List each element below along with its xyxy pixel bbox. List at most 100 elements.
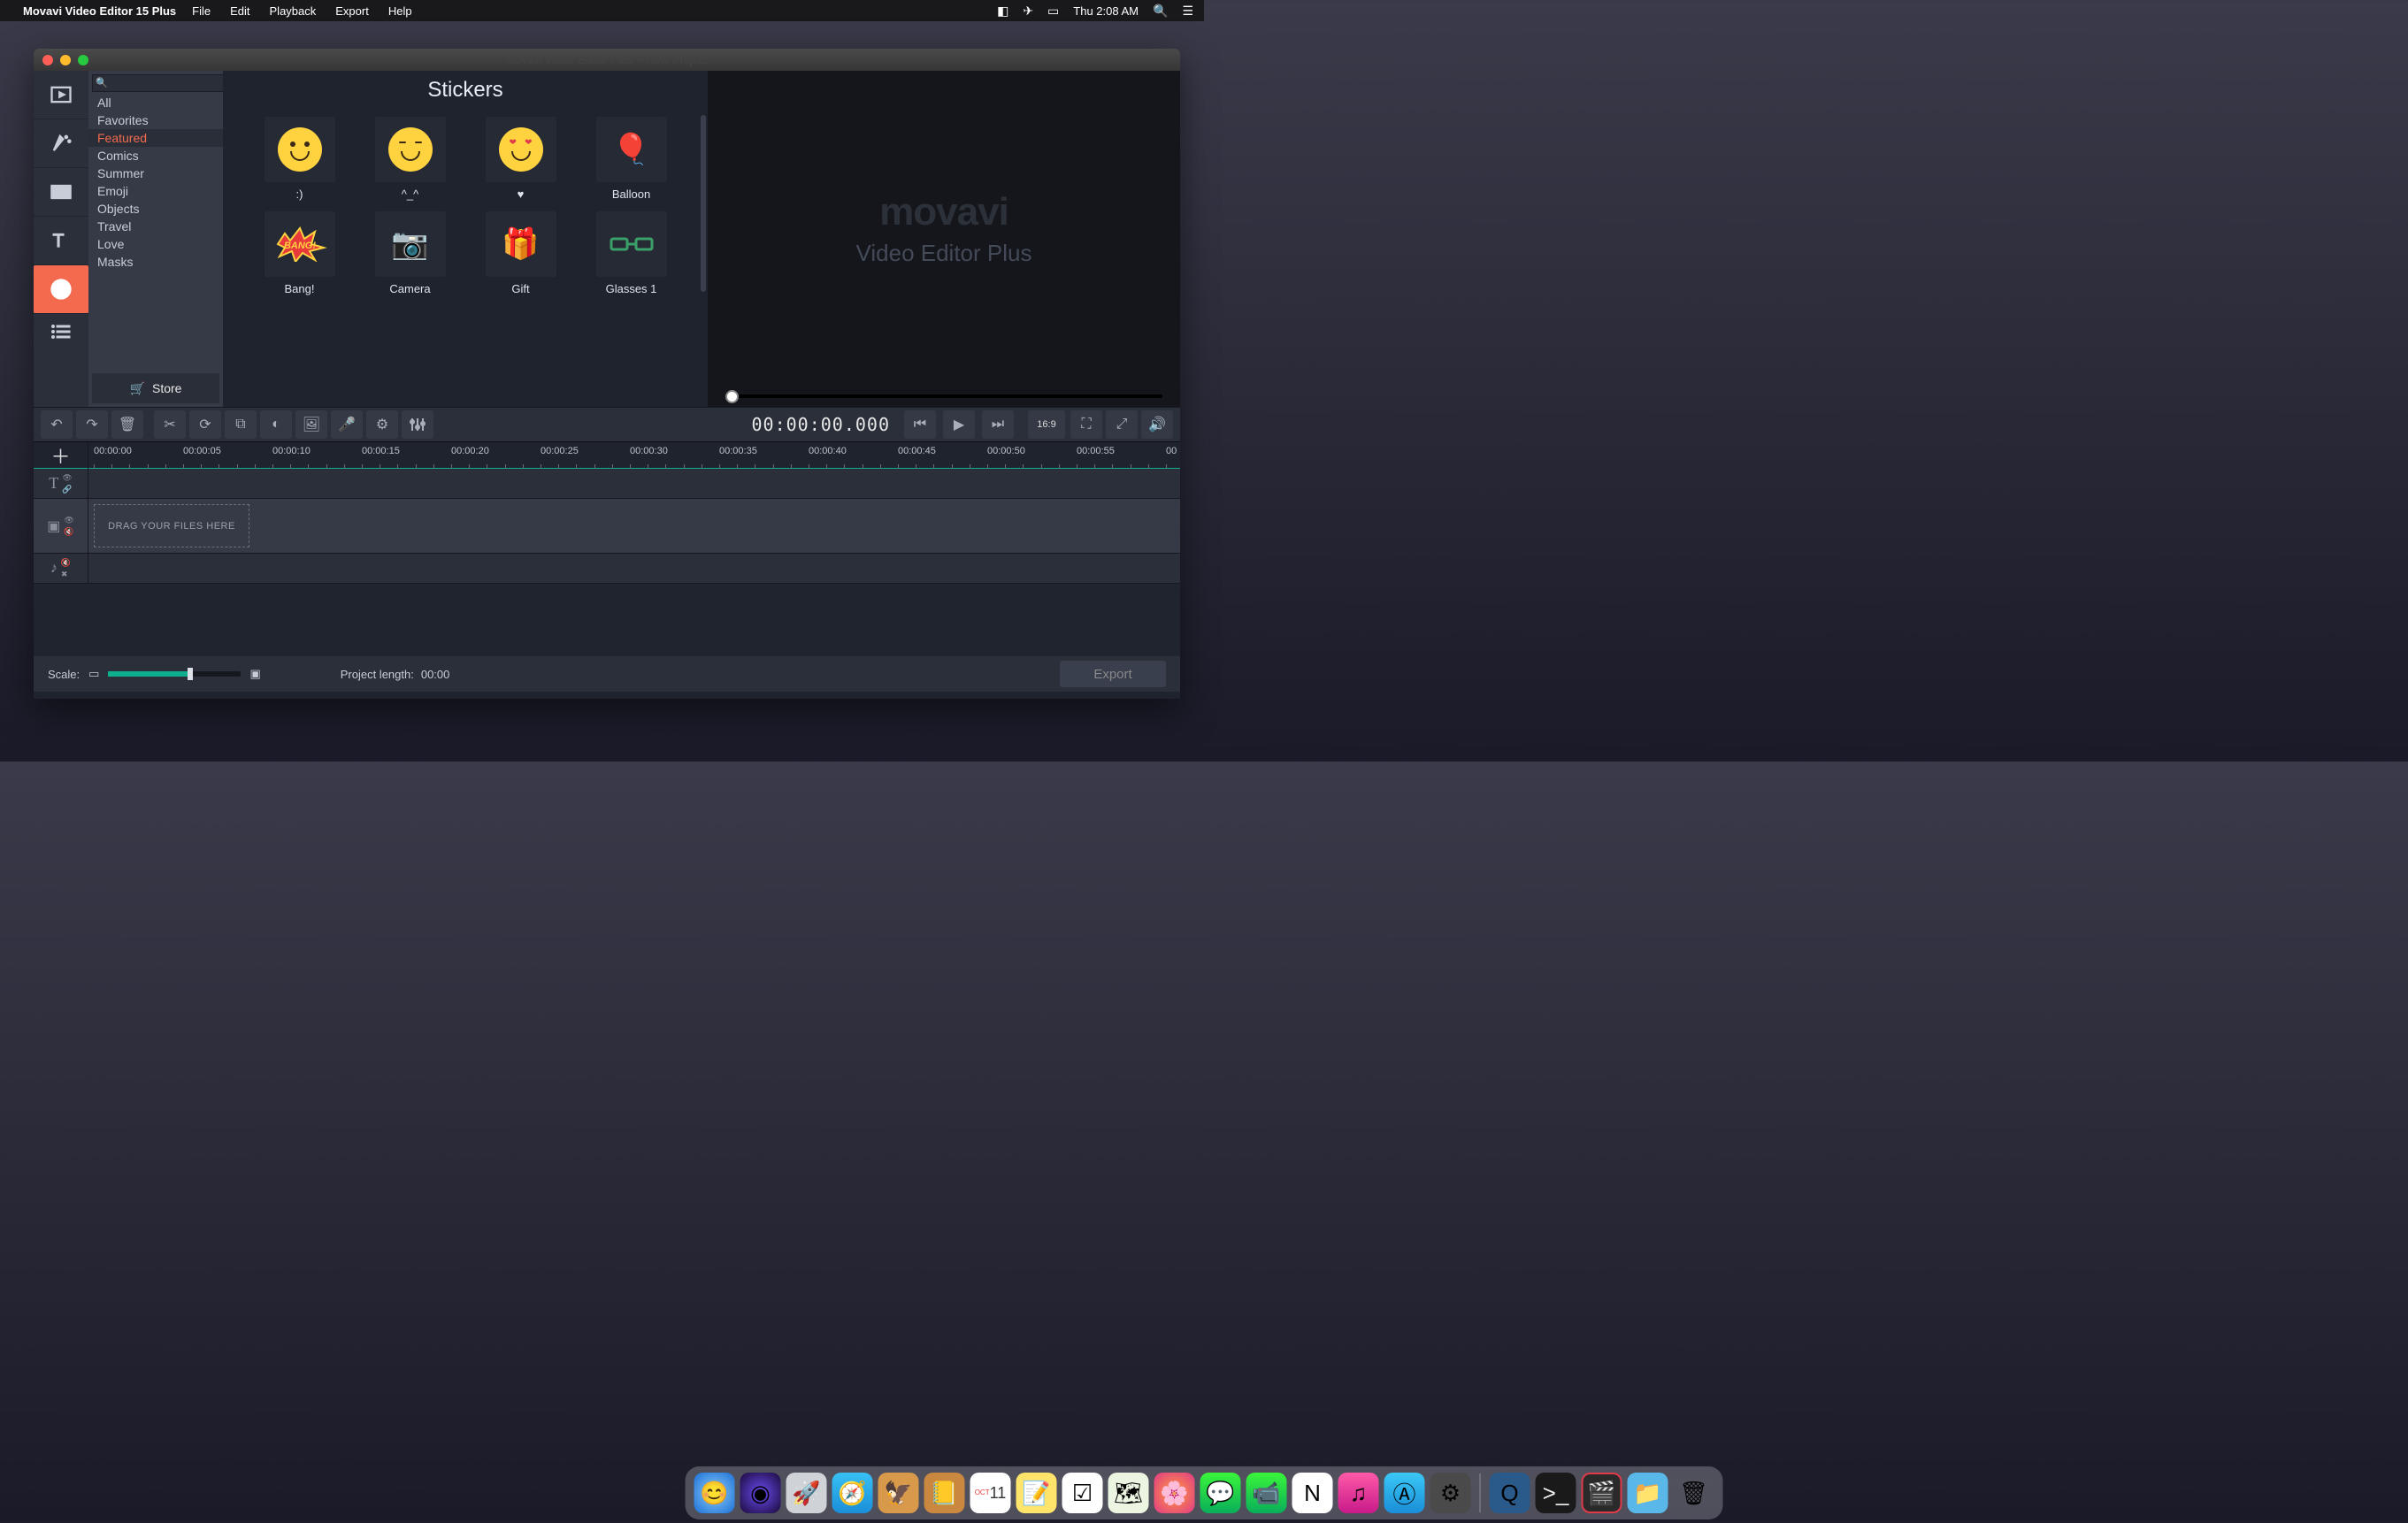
panel-title: Stickers (223, 71, 708, 110)
track-video[interactable]: ▣👁🔇 DRAG YOUR FILES HERE (34, 499, 1180, 554)
menu-extras-icon[interactable]: ☰ (1182, 4, 1193, 19)
dock-siri[interactable]: ◉ (740, 1473, 781, 1513)
cat-featured[interactable]: Featured (88, 129, 223, 147)
edit-toolbar: ↶ ↷ 🗑 ✂ ⟳ ⧉ ◐ 🖼 🎤 ⚙ 00:00:00.000 ⏮ ▶ ⏭ 1… (34, 407, 1180, 442)
play-button[interactable]: ▶ (943, 410, 975, 439)
menu-playback[interactable]: Playback (270, 4, 317, 18)
tool-titles[interactable]: T (34, 217, 88, 265)
ruler-mark: 00:00:05 (183, 446, 221, 456)
drop-zone[interactable]: DRAG YOUR FILES HERE (94, 504, 249, 547)
cat-love[interactable]: Love (88, 235, 223, 253)
dock-trash[interactable]: 🗑 (1674, 1473, 1714, 1513)
redo-button[interactable]: ↷ (76, 410, 108, 439)
link-icon[interactable]: 🔗 (62, 485, 72, 494)
cat-objects[interactable]: Objects (88, 200, 223, 218)
list-toggle[interactable] (34, 314, 88, 349)
mic-button[interactable]: 🎤 (331, 410, 363, 439)
settings-button[interactable]: ⚙ (366, 410, 398, 439)
dock-settings[interactable]: ⚙ (1430, 1473, 1471, 1513)
dock-news[interactable]: N (1292, 1473, 1333, 1513)
sticker-happy[interactable]: ^_^ (360, 117, 460, 201)
dock-maps[interactable]: 🗺 (1108, 1473, 1149, 1513)
dock-photos[interactable]: 🌸 (1154, 1473, 1195, 1513)
dock-reminders[interactable]: ☑ (1062, 1473, 1103, 1513)
export-button[interactable]: Export (1060, 661, 1166, 687)
time-ruler[interactable]: 00:00:0000:00:0500:00:1000:00:1500:00:20… (88, 442, 1180, 469)
dock-contacts[interactable]: 📒 (924, 1473, 965, 1513)
volume-button[interactable]: 🔊 (1141, 410, 1173, 439)
fullscreen-button[interactable]: ⤢ (1106, 410, 1138, 439)
dock-launchpad[interactable]: 🚀 (786, 1473, 827, 1513)
sticker-glasses[interactable]: Glasses 1 (581, 211, 681, 295)
zoom-slider[interactable] (108, 671, 241, 677)
menu-help[interactable]: Help (388, 4, 412, 18)
cat-favorites[interactable]: Favorites (88, 111, 223, 129)
next-button[interactable]: ⏭ (982, 410, 1014, 439)
track-titles[interactable]: T👁🔗 (34, 469, 1180, 499)
dock-calendar[interactable]: OCT11 (970, 1473, 1011, 1513)
status-icon[interactable]: ✈ (1023, 4, 1033, 19)
equalizer-button[interactable] (402, 410, 433, 439)
color-button[interactable]: ◐ (260, 410, 292, 439)
dock-notes[interactable]: 📝 (1016, 1473, 1057, 1513)
fx-icon[interactable]: ✖ (61, 570, 71, 579)
scrubber-knob[interactable] (725, 390, 739, 403)
cat-travel[interactable]: Travel (88, 218, 223, 235)
tool-transitions[interactable] (34, 168, 88, 217)
cat-masks[interactable]: Masks (88, 253, 223, 271)
spotlight-icon[interactable]: 🔍 (1153, 4, 1168, 19)
dock-appstore[interactable]: Ⓐ (1384, 1473, 1425, 1513)
app-name[interactable]: Movavi Video Editor 15 Plus (23, 4, 176, 18)
prev-button[interactable]: ⏮ (904, 410, 936, 439)
sticker-gift[interactable]: 🎁Gift (471, 211, 571, 295)
sticker-balloon[interactable]: 🎈Balloon (581, 117, 681, 201)
track-audio[interactable]: ♪🔇✖ (34, 554, 1180, 584)
aspect-ratio[interactable]: 16:9 (1028, 410, 1065, 439)
sticker-smile[interactable]: :) (249, 117, 349, 201)
zoom-out-icon[interactable]: ▭ (88, 667, 99, 681)
zoom-fit-icon[interactable]: ▣ (249, 667, 260, 681)
dock-preview[interactable]: 🦅 (878, 1473, 919, 1513)
dock-safari[interactable]: 🧭 (832, 1473, 873, 1513)
sticker-camera[interactable]: 📷Camera (360, 211, 460, 295)
dock-finder[interactable]: 😊 (694, 1473, 735, 1513)
dock-quicktime[interactable]: Q (1490, 1473, 1530, 1513)
rotate-button[interactable]: ⟳ (189, 410, 221, 439)
dock-itunes[interactable]: ♫ (1338, 1473, 1379, 1513)
tool-media[interactable] (34, 71, 88, 119)
menu-edit[interactable]: Edit (230, 4, 249, 18)
cat-all[interactable]: All (88, 94, 223, 111)
crop-button[interactable]: ⧉ (225, 410, 257, 439)
airplay-icon[interactable]: ▭ (1047, 4, 1059, 19)
safe-zone-button[interactable]: ⛶ (1070, 410, 1102, 439)
dock-messages[interactable]: 💬 (1200, 1473, 1241, 1513)
cut-button[interactable]: ✂ (154, 410, 186, 439)
undo-button[interactable]: ↶ (41, 410, 73, 439)
dock-terminal[interactable]: >_ (1536, 1473, 1576, 1513)
dock-movavi[interactable]: 🎬 (1582, 1473, 1622, 1513)
visibility-icon[interactable]: 👁 (62, 473, 72, 483)
delete-button[interactable]: 🗑 (111, 410, 143, 439)
sticker-love[interactable]: ❤❤♥ (471, 117, 571, 201)
cat-comics[interactable]: Comics (88, 147, 223, 165)
add-track-button[interactable]: ＋ (34, 442, 88, 469)
app-window: Movavi Video Editor Plus – New Project T… (34, 49, 1180, 699)
sticker-bang[interactable]: BANG!Bang! (249, 211, 349, 295)
menu-file[interactable]: File (192, 4, 211, 18)
dock-downloads[interactable]: 📁 (1628, 1473, 1668, 1513)
store-button[interactable]: 🛒 Store (92, 373, 219, 403)
cat-emoji[interactable]: Emoji (88, 182, 223, 200)
status-icon[interactable]: ◧ (997, 4, 1008, 19)
tool-filters[interactable] (34, 119, 88, 168)
scrollbar[interactable] (701, 115, 706, 292)
visibility-icon[interactable]: 👁 (64, 516, 73, 525)
cat-summer[interactable]: Summer (88, 165, 223, 182)
tool-stickers[interactable] (34, 265, 88, 314)
image-button[interactable]: 🖼 (295, 410, 327, 439)
mute-icon[interactable]: 🔇 (64, 527, 73, 537)
clock[interactable]: Thu 2:08 AM (1073, 4, 1139, 18)
scrubber[interactable] (708, 386, 1180, 407)
menu-export[interactable]: Export (335, 4, 369, 18)
mute-icon[interactable]: 🔇 (61, 558, 71, 568)
dock-facetime[interactable]: 📹 (1246, 1473, 1287, 1513)
